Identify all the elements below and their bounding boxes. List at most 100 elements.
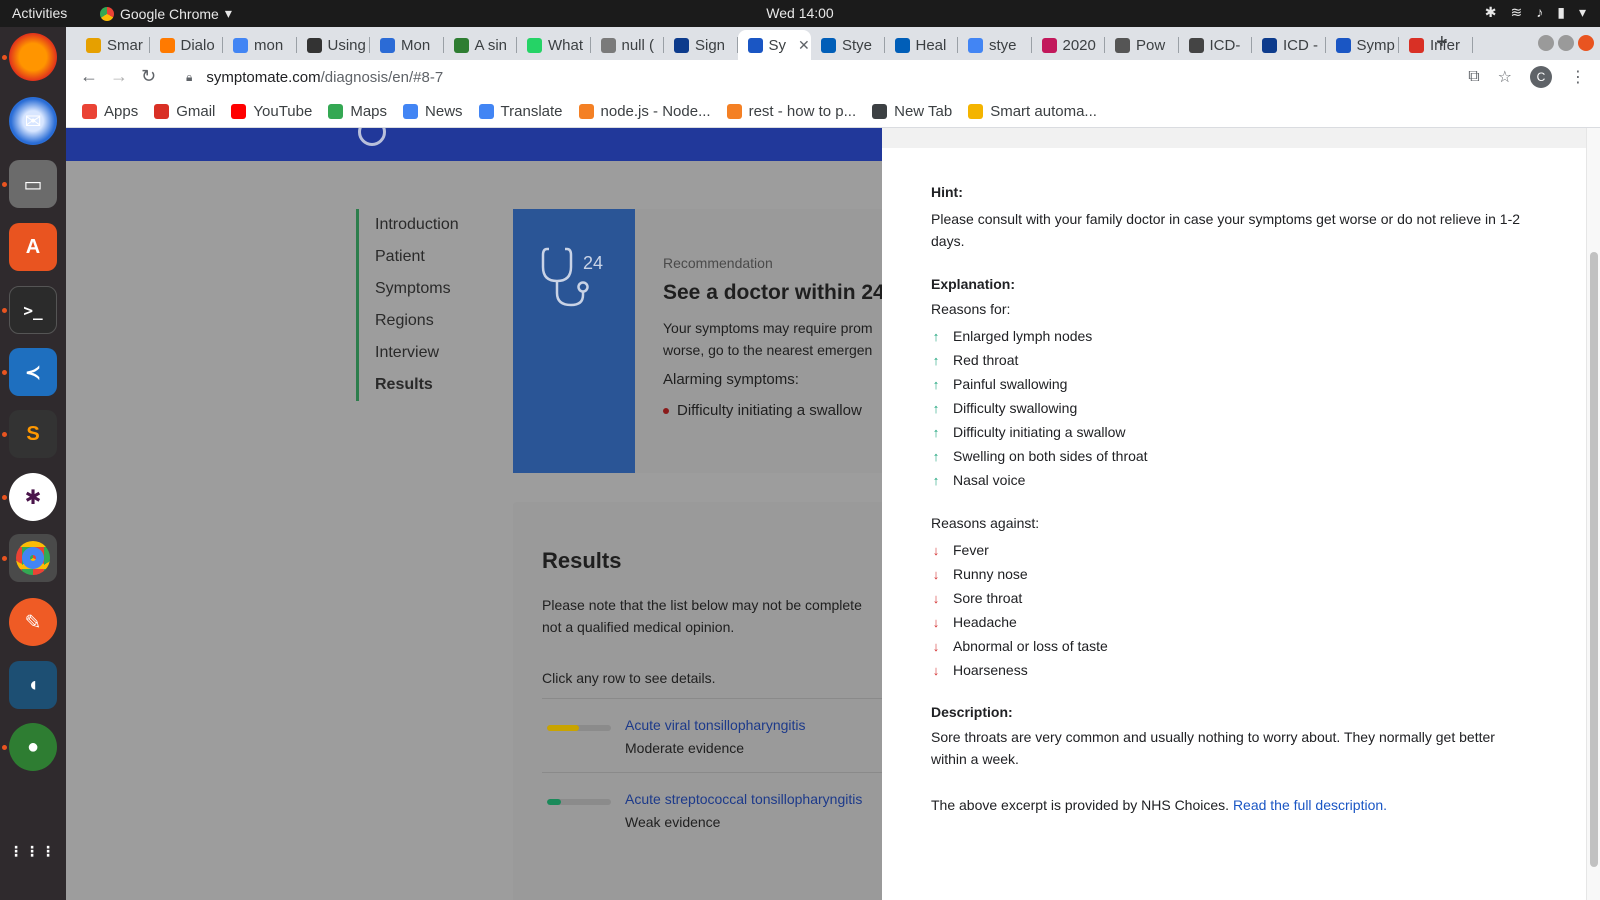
- bookmark-item[interactable]: News: [403, 103, 463, 120]
- system-tray[interactable]: ✱ ≋ ♪ ▮ ▾: [1485, 4, 1586, 21]
- evidence-bar-fill: [547, 725, 579, 731]
- arrow-down-icon: ↓: [932, 566, 940, 582]
- back-icon[interactable]: ←: [80, 66, 98, 87]
- results-card: Results Please note that the list below …: [513, 502, 913, 900]
- app-menu[interactable]: Google Chrome ▾: [100, 5, 232, 22]
- browser-tab[interactable]: ICD -: [1252, 30, 1326, 60]
- mysql-workbench-icon[interactable]: ◖: [9, 661, 57, 709]
- result-row[interactable]: Acute streptococcal tonsillopharyngitis W…: [542, 772, 913, 846]
- reason-text: Abnormal or loss of taste: [953, 638, 1108, 654]
- bookmark-item[interactable]: YouTube: [231, 103, 312, 120]
- forward-icon[interactable]: →: [110, 66, 128, 87]
- bookmark-item[interactable]: Smart automa...: [968, 103, 1097, 120]
- browser-tab[interactable]: Stye: [811, 30, 885, 60]
- browser-tab[interactable]: Mon: [370, 30, 444, 60]
- bookmark-label: rest - how to p...: [748, 102, 857, 120]
- reason-text: Hoarseness: [953, 662, 1028, 678]
- browser-tab[interactable]: null (: [591, 30, 664, 60]
- browser-tab[interactable]: Pow: [1105, 30, 1179, 60]
- sublime-text-icon[interactable]: S: [9, 410, 57, 458]
- new-tab-button[interactable]: +: [1436, 31, 1448, 54]
- browser-tab[interactable]: ICD-: [1179, 30, 1252, 60]
- hint-title: Hint:: [931, 184, 963, 200]
- address-bar[interactable]: 🔒︎ symptomate.com/diagnosis/en/#8-7: [172, 63, 1552, 92]
- browser-tab[interactable]: stye: [958, 30, 1032, 60]
- bookmark-item[interactable]: New Tab: [872, 103, 952, 120]
- nav-step-regions[interactable]: Regions: [375, 305, 459, 337]
- bookmark-item[interactable]: Apps: [82, 103, 138, 120]
- browser-tab[interactable]: What: [517, 30, 591, 60]
- reasons-against-label: Reasons against:: [931, 515, 1040, 531]
- nav-step-patient[interactable]: Patient: [375, 241, 459, 273]
- bookmark-item[interactable]: Translate: [478, 103, 563, 120]
- thunderbird-icon[interactable]: ✉: [9, 97, 57, 145]
- browser-tab[interactable]: Smar: [76, 30, 150, 60]
- close-window-button[interactable]: [1578, 35, 1594, 51]
- arrow-up-icon: ↑: [932, 472, 940, 488]
- tab-favicon-icon: [86, 37, 101, 53]
- condition-name-link[interactable]: Acute streptococcal tonsillopharyngitis: [625, 791, 862, 807]
- menu-kebab-icon[interactable]: ⋮: [1570, 67, 1586, 87]
- excerpt-text: The above excerpt is provided by NHS Cho…: [931, 797, 1230, 813]
- volume-icon[interactable]: ♪: [1536, 4, 1543, 21]
- robo3t-icon[interactable]: ●: [9, 723, 57, 771]
- vscode-icon[interactable]: ≺: [9, 348, 57, 396]
- browser-tab[interactable]: Symp: [1326, 30, 1399, 60]
- profile-avatar[interactable]: C: [1530, 66, 1552, 88]
- results-title: Results: [542, 548, 622, 573]
- browser-tab[interactable]: Sy ✕: [737, 30, 811, 60]
- translate-icon[interactable]: ⧉: [1468, 68, 1479, 86]
- result-row[interactable]: Acute viral tonsillopharyngitis Moderate …: [542, 698, 913, 772]
- wifi-icon[interactable]: ≋: [1511, 4, 1523, 21]
- terminal-icon[interactable]: >_: [9, 286, 57, 334]
- maximize-button[interactable]: [1558, 35, 1574, 51]
- window-controls: [1538, 35, 1594, 51]
- browser-tab[interactable]: Sign: [664, 30, 738, 60]
- nav-step-symptoms[interactable]: Symptoms: [375, 273, 459, 305]
- minimize-button[interactable]: [1538, 35, 1554, 51]
- clock[interactable]: Wed 14:00: [766, 5, 833, 21]
- browser-tab[interactable]: Dialo: [150, 30, 223, 60]
- bookmark-item[interactable]: Maps: [328, 103, 387, 120]
- bookmark-item[interactable]: Gmail: [154, 103, 215, 120]
- tab-title: Stye: [842, 36, 873, 54]
- bookmark-item[interactable]: rest - how to p...: [726, 102, 857, 120]
- browser-tab[interactable]: mon: [223, 30, 297, 60]
- bookmark-star-icon[interactable]: ☆: [1498, 67, 1512, 87]
- lock-icon[interactable]: 🔒︎: [186, 70, 192, 85]
- reload-icon[interactable]: ↻: [141, 66, 156, 87]
- browser-tab[interactable]: A sin: [444, 30, 517, 60]
- activities-button[interactable]: Activities: [12, 5, 67, 21]
- symptomate-logo[interactable]: [358, 128, 386, 146]
- read-full-description-link[interactable]: Read the full description.: [1233, 797, 1387, 813]
- bookmark-item[interactable]: node.js - Node...: [578, 103, 711, 120]
- firefox-icon[interactable]: [9, 33, 57, 81]
- arrow-up-icon: ↑: [932, 376, 940, 392]
- files-icon[interactable]: ▭: [9, 160, 57, 208]
- nav-step-introduction[interactable]: Introduction: [375, 209, 459, 241]
- arrow-up-icon: ↑: [932, 400, 940, 416]
- tab-close-icon[interactable]: ✕: [798, 37, 810, 54]
- slack-icon[interactable]: ✱: [9, 473, 57, 521]
- battery-icon[interactable]: ▮: [1557, 4, 1565, 21]
- browser-tab[interactable]: Using: [297, 30, 370, 60]
- alarming-symptoms-label: Alarming symptoms:: [663, 371, 799, 388]
- browser-tab[interactable]: Heal: [885, 30, 958, 60]
- nav-step-interview[interactable]: Interview: [375, 337, 459, 369]
- panel-scrollbar[interactable]: [1586, 128, 1600, 900]
- browser-tab[interactable]: 2020: [1032, 30, 1105, 60]
- condition-name-link[interactable]: Acute viral tonsillopharyngitis: [625, 717, 806, 733]
- nav-step-results[interactable]: Results: [375, 369, 459, 401]
- postman-icon[interactable]: ✎: [9, 598, 57, 646]
- bookmark-label: Smart automa...: [990, 102, 1097, 120]
- desktop: Activities Google Chrome ▾ Wed 14:00 ✱ ≋…: [0, 0, 1600, 900]
- evidence-level: Weak evidence: [625, 814, 721, 830]
- results-disclaimer-line: not a qualified medical opinion.: [542, 619, 735, 635]
- show-apps-icon[interactable]: ⋮⋮⋮: [9, 827, 57, 875]
- software-center-icon[interactable]: A: [9, 223, 57, 271]
- scrollbar-thumb[interactable]: [1590, 252, 1598, 867]
- explanation-title: Explanation:: [931, 276, 1016, 292]
- chrome-dock-icon[interactable]: [9, 534, 57, 582]
- chevron-down-icon[interactable]: ▾: [1579, 4, 1586, 21]
- slack-tray-icon[interactable]: ✱: [1485, 4, 1497, 21]
